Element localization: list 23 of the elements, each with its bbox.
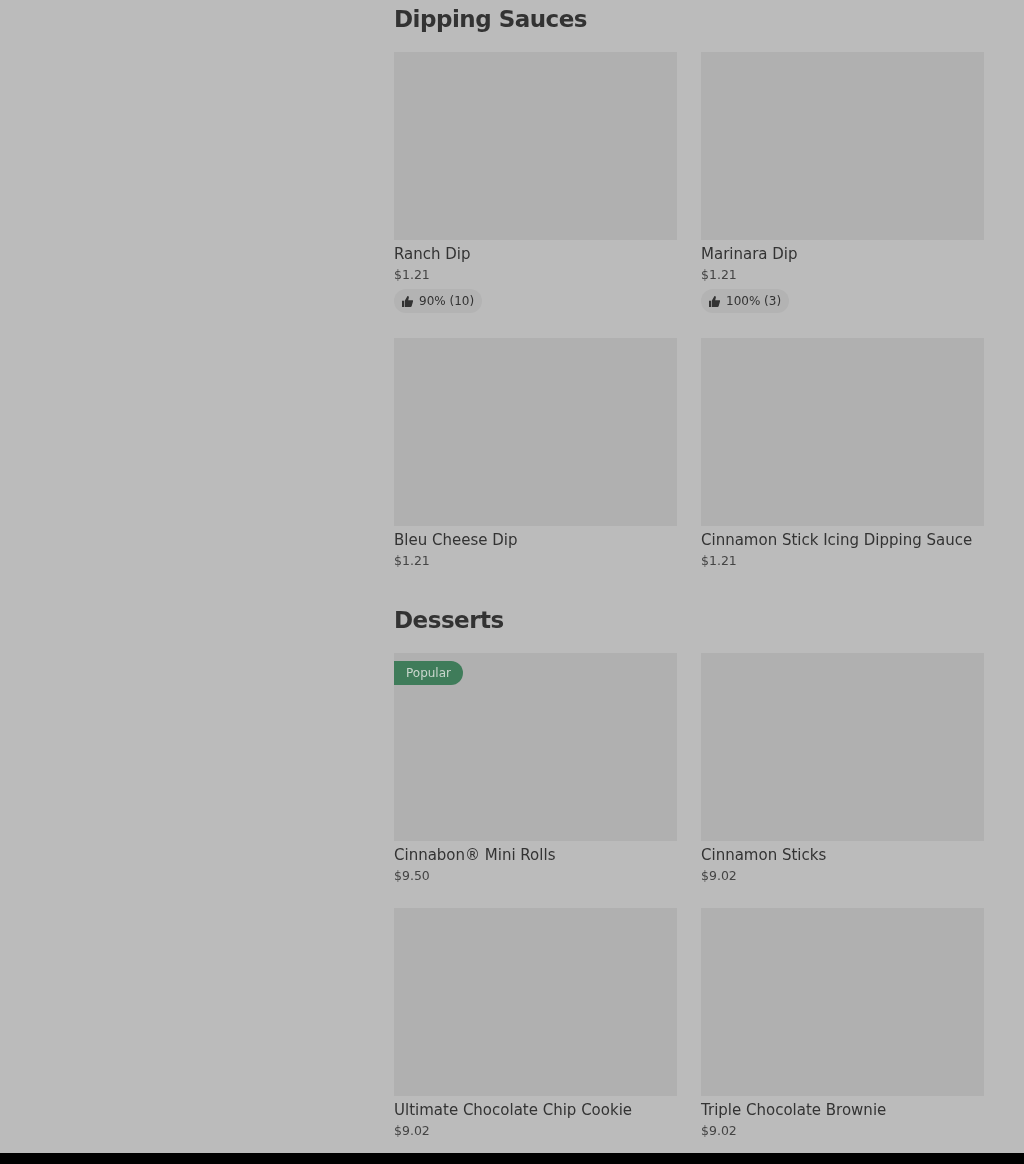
item-price: $9.02: [701, 867, 738, 884]
rating-pill: 100% (3): [701, 289, 790, 313]
section-heading: Desserts: [394, 605, 505, 635]
item-price: $1.21: [701, 552, 738, 569]
rating-pill: 90% (10): [394, 289, 483, 313]
item-name: Triple Chocolate Brownie: [701, 1099, 888, 1120]
item-price: $9.50: [394, 867, 431, 884]
item-price: $1.21: [394, 552, 431, 569]
item-price: $9.02: [701, 1122, 738, 1139]
section-heading: Dipping Sauces: [394, 5, 588, 34]
popular-badge: Popular: [394, 660, 463, 685]
item-price: $1.21: [394, 267, 431, 283]
item-name: Marinara Dip: [701, 244, 799, 264]
item-name: Ranch Dip: [394, 244, 472, 264]
item-name: Cinnamon Stick Icing Dipping Sauce: [701, 529, 974, 550]
item-name: Cinnabon® Mini Rolls: [394, 844, 557, 865]
thumbs-up-icon: [709, 295, 720, 307]
thumbs-up-icon: [402, 295, 413, 307]
item-name: Cinnamon Sticks: [701, 844, 828, 865]
item-price: $9.02: [394, 1122, 431, 1139]
item-name: Ultimate Chocolate Chip Cookie: [394, 1099, 634, 1120]
item-price: $1.21: [701, 267, 738, 283]
item-name: Bleu Cheese Dip: [394, 529, 519, 550]
